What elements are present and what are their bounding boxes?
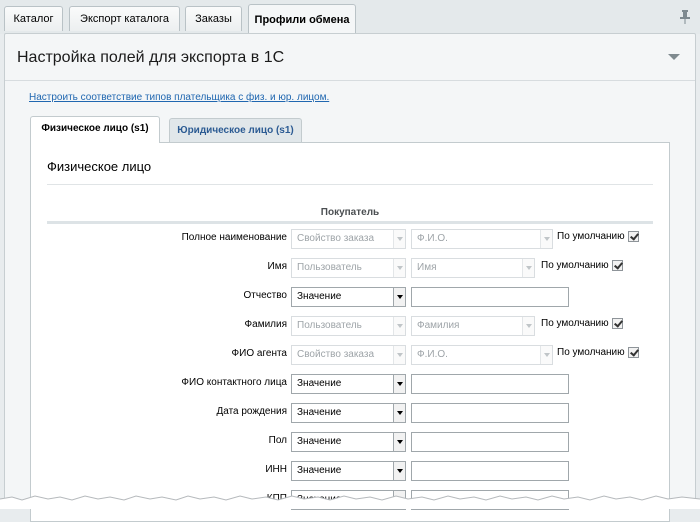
form-row: ФИО агента Свойство заказа Ф.И.О. По умо… bbox=[31, 344, 671, 366]
value-input[interactable] bbox=[411, 432, 569, 452]
select-value: Имя bbox=[417, 262, 437, 273]
chevron-down-icon bbox=[540, 346, 552, 364]
source-value-select[interactable]: Фамилия bbox=[411, 316, 535, 336]
select-value: Значение bbox=[297, 465, 342, 476]
form-row: Дата рождения Значение bbox=[31, 402, 671, 424]
form-row: Полное наименование Свойство заказа Ф.И.… bbox=[31, 228, 671, 250]
top-tab-bar: Каталог Экспорт каталога Заказы Профили … bbox=[0, 0, 700, 34]
value-input[interactable] bbox=[411, 374, 569, 394]
field-label: Отчество bbox=[243, 290, 287, 301]
chevron-down-icon bbox=[393, 230, 405, 248]
form-row: Имя Пользователь Имя По умолчанию bbox=[31, 257, 671, 279]
tab-content: Физическое лицо Покупатель Полное наимен… bbox=[30, 142, 670, 522]
field-label: Фамилия bbox=[244, 319, 287, 330]
source-type-select[interactable]: Значение bbox=[291, 403, 406, 423]
tab-catalog-export[interactable]: Экспорт каталога bbox=[69, 6, 180, 31]
select-value: Значение bbox=[297, 436, 342, 447]
source-value-select[interactable]: Имя bbox=[411, 258, 535, 278]
chevron-down-icon bbox=[522, 317, 534, 335]
select-value: Значение bbox=[297, 407, 342, 418]
value-input[interactable] bbox=[411, 287, 569, 307]
chevron-down-icon bbox=[393, 317, 405, 335]
default-label: По умолчанию bbox=[557, 347, 625, 358]
collapse-arrow-icon[interactable] bbox=[668, 54, 680, 60]
source-type-select[interactable]: Свойство заказа bbox=[291, 345, 406, 365]
default-checkbox[interactable] bbox=[611, 318, 623, 329]
source-type-select[interactable]: Пользователь bbox=[291, 258, 406, 278]
chevron-down-icon bbox=[393, 288, 405, 306]
chevron-down-icon bbox=[393, 404, 405, 422]
default-label: По умолчанию bbox=[541, 318, 609, 329]
field-label: ФИО контактного лица bbox=[181, 377, 287, 388]
select-value: Свойство заказа bbox=[297, 233, 375, 244]
select-value: Значение bbox=[297, 378, 342, 389]
tab-exchange-profiles[interactable]: Профили обмена bbox=[248, 4, 356, 34]
select-value: Ф.И.О. bbox=[417, 349, 448, 360]
form-row: ИНН Значение bbox=[31, 460, 671, 482]
value-input[interactable] bbox=[411, 403, 569, 423]
chevron-down-icon bbox=[393, 346, 405, 364]
field-label: ФИО агента bbox=[231, 348, 287, 359]
form-row: ФИО контактного лица Значение bbox=[31, 373, 671, 395]
select-value: Свойство заказа bbox=[297, 349, 375, 360]
group-header-buyer: Покупатель bbox=[47, 207, 653, 224]
default-option: По умолчанию bbox=[541, 260, 623, 271]
default-checkbox[interactable] bbox=[627, 347, 639, 358]
default-label: По умолчанию bbox=[557, 231, 625, 242]
select-value: Пользователь bbox=[297, 320, 362, 331]
panel-title: Настройка полей для экспорта в 1С bbox=[17, 49, 285, 66]
chevron-down-icon bbox=[393, 462, 405, 480]
default-option: По умолчанию bbox=[557, 347, 639, 358]
tab-orders[interactable]: Заказы bbox=[185, 6, 242, 31]
source-type-select[interactable]: Значение bbox=[291, 287, 406, 307]
source-value-select[interactable]: Ф.И.О. bbox=[411, 345, 553, 365]
pin-icon[interactable] bbox=[680, 10, 690, 24]
form-row: Фамилия Пользователь Фамилия По умолчани… bbox=[31, 315, 671, 337]
field-label: Имя bbox=[267, 261, 287, 272]
field-label: ИНН bbox=[265, 464, 287, 475]
default-checkbox[interactable] bbox=[611, 260, 623, 271]
select-value: Ф.И.О. bbox=[417, 233, 448, 244]
value-input[interactable] bbox=[411, 461, 569, 481]
select-value: Значение bbox=[297, 291, 342, 302]
source-type-select[interactable]: Значение bbox=[291, 432, 406, 452]
source-type-select[interactable]: Значение bbox=[291, 374, 406, 394]
tab-individual[interactable]: Физическое лицо (s1) bbox=[30, 116, 160, 143]
settings-panel: Настройка полей для экспорта в 1С Настро… bbox=[4, 33, 696, 522]
select-value: Пользователь bbox=[297, 262, 362, 273]
source-type-select[interactable]: Значение bbox=[291, 461, 406, 481]
source-value-select[interactable]: Ф.И.О. bbox=[411, 229, 553, 249]
payer-type-mapping-link[interactable]: Настроить соответствие типов плательщика… bbox=[29, 92, 329, 103]
source-type-select[interactable]: Пользователь bbox=[291, 316, 406, 336]
tab-legal-entity[interactable]: Юридическое лицо (s1) bbox=[169, 118, 302, 144]
default-checkbox[interactable] bbox=[627, 231, 639, 242]
tab-catalog[interactable]: Каталог bbox=[4, 6, 63, 31]
field-label: Полное наименование bbox=[181, 232, 287, 243]
form-row: Отчество Значение bbox=[31, 286, 671, 308]
chevron-down-icon bbox=[522, 259, 534, 277]
section-title: Физическое лицо bbox=[47, 159, 152, 174]
chevron-down-icon bbox=[540, 230, 552, 248]
default-option: По умолчанию bbox=[541, 318, 623, 329]
chevron-down-icon bbox=[393, 433, 405, 451]
chevron-down-icon bbox=[393, 259, 405, 277]
field-label: Дата рождения bbox=[216, 406, 287, 417]
divider bbox=[47, 184, 653, 185]
select-value: Фамилия bbox=[417, 320, 460, 331]
field-label: Пол bbox=[268, 435, 287, 446]
default-label: По умолчанию bbox=[541, 260, 609, 271]
torn-edge bbox=[0, 495, 700, 509]
divider bbox=[5, 80, 695, 81]
default-option: По умолчанию bbox=[557, 231, 639, 242]
form-row: Пол Значение bbox=[31, 431, 671, 453]
source-type-select[interactable]: Свойство заказа bbox=[291, 229, 406, 249]
chevron-down-icon bbox=[393, 375, 405, 393]
